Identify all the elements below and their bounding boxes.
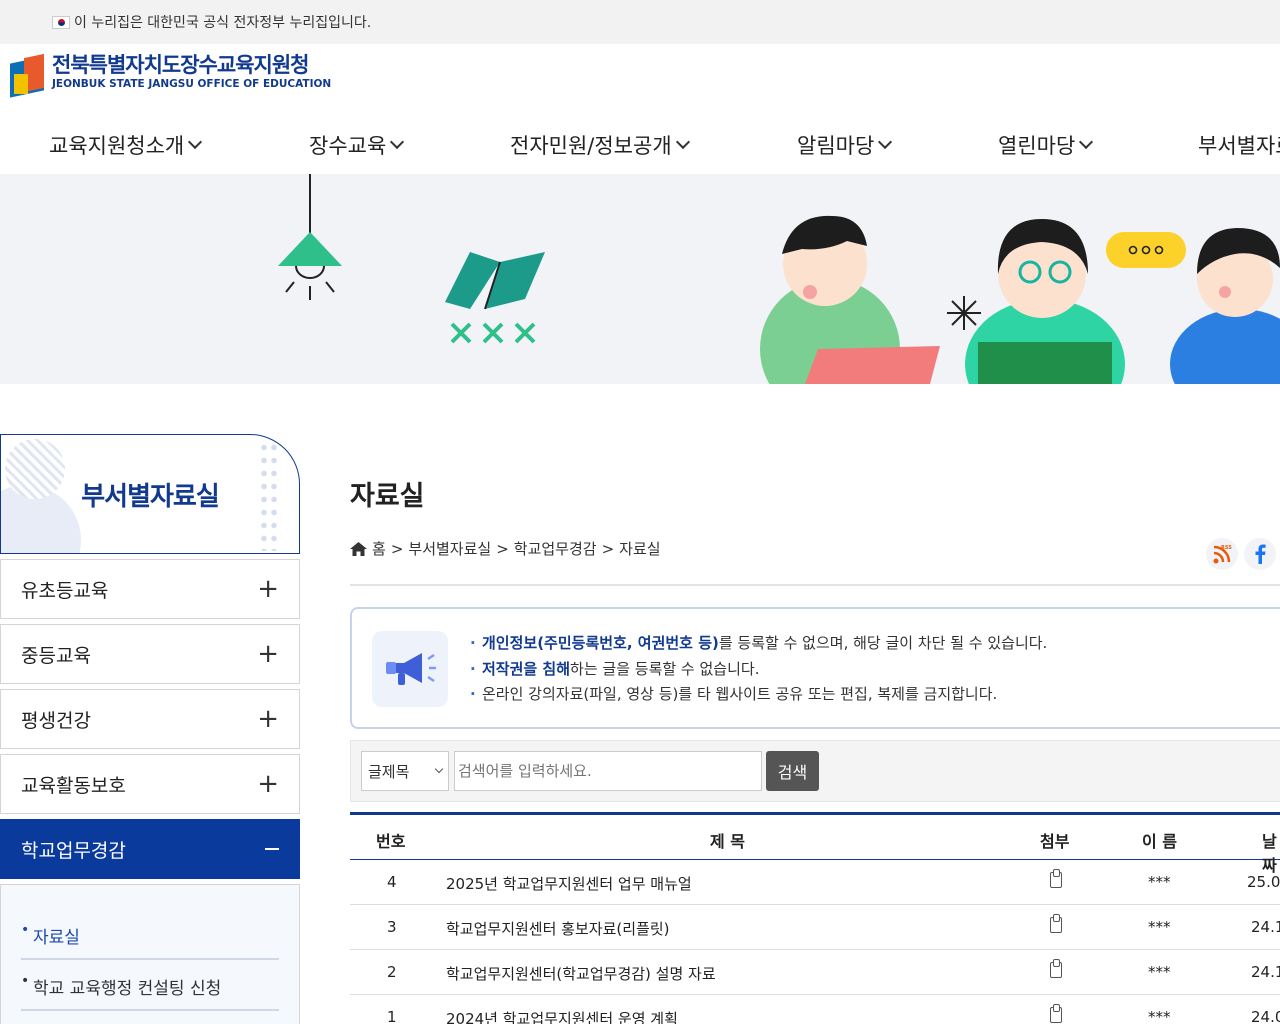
nav-item-civil-service[interactable]: 전자민원/정보공개	[510, 130, 690, 160]
col-header-name: 이 름	[1142, 832, 1178, 851]
page-title: 자료실	[350, 481, 425, 512]
side-nav-submenu: 자료실 학교 교육행정 컨설팅 신청	[0, 884, 300, 1024]
post-title[interactable]: 학교업무지원센터(학교업무경감) 설명 자료	[446, 963, 716, 984]
notice-line-lecture: 온라인 강의자료(파일, 영상 등)를 타 웹사이트 공유 또는 편집, 복제를…	[470, 682, 1047, 708]
plus-icon: +	[257, 574, 279, 604]
rss-button[interactable]: RSS	[1206, 538, 1238, 570]
main-nav: 교육지원청소개 장수교육 전자민원/정보공개 알림마당 열린마당 부서별자료실	[0, 120, 1280, 174]
facebook-share-button[interactable]	[1244, 538, 1276, 570]
gov-banner: 이 누리집은 대한민국 공식 전자정부 누리집입니다.	[0, 0, 1280, 44]
notice-line-copyright: 저작권을 침해하는 글을 등록할 수 없습니다.	[470, 657, 1047, 683]
chevron-down-icon	[878, 134, 893, 150]
home-icon[interactable]	[350, 541, 367, 556]
side-nav-item-secondary[interactable]: 중등교육 +	[0, 624, 300, 684]
logo-subtitle: JEONBUK STATE JANGSU OFFICE OF EDUCATION	[52, 78, 332, 90]
search-field-select[interactable]: 글제목	[361, 751, 449, 791]
table-row[interactable]: 4 2025년 학교업무지원센터 업무 매뉴얼 *** 25.01.23	[350, 860, 1280, 905]
logo-mark-icon	[8, 52, 46, 98]
chevron-down-icon	[1079, 134, 1094, 150]
hero-illustration	[278, 174, 1280, 384]
side-nav: 부서별자료실 유초등교육 + 중등교육 + 평생건강 + 교육활동보호 + 학교업무경감…	[0, 434, 300, 1024]
logo-title: 전북특별자치도장수교육지원청	[52, 53, 309, 77]
title-divider	[350, 584, 1280, 586]
col-header-title: 제 목	[710, 832, 746, 851]
share-buttons: RSS	[1206, 538, 1280, 570]
nav-item-notice[interactable]: 알림마당	[797, 130, 893, 160]
table-row[interactable]: 2 학교업무지원센터(학교업무경감) 설명 자료 *** 24.11.01	[350, 950, 1280, 995]
nav-item-open-forum[interactable]: 열린마당	[998, 130, 1094, 160]
attachment-icon[interactable]	[1050, 869, 1062, 888]
breadcrumb-dept-archive[interactable]: 부서별자료실	[408, 538, 491, 559]
plus-icon: +	[257, 704, 279, 734]
attachment-icon[interactable]	[1050, 959, 1062, 978]
side-nav-sub-archive[interactable]: 자료실	[21, 909, 279, 960]
chevron-down-icon	[188, 134, 203, 150]
breadcrumb-home[interactable]: 홈	[372, 538, 386, 559]
search-button[interactable]: 검색	[766, 751, 819, 791]
hero-banner	[0, 174, 1280, 384]
side-nav-item-elementary[interactable]: 유초등교육 +	[0, 559, 300, 619]
side-nav-sub-consulting[interactable]: 학교 교육행정 컨설팅 신청	[21, 960, 279, 1011]
side-nav-title: 부서별자료실	[0, 434, 300, 554]
breadcrumb: 홈 > 부서별자료실 > 학교업무경감 > 자료실	[350, 538, 661, 559]
rss-icon: RSS	[1213, 545, 1232, 564]
nav-item-dept-archive[interactable]: 부서별자료실	[1198, 130, 1280, 160]
breadcrumb-current: 자료실	[619, 540, 661, 558]
attachment-icon[interactable]	[1050, 1004, 1062, 1023]
post-title[interactable]: 학교업무지원센터 홍보자료(리플릿)	[446, 918, 669, 939]
table-row[interactable]: 3 학교업무지원센터 홍보자료(리플릿) *** 24.11.01	[350, 905, 1280, 950]
nav-item-jangsu-education[interactable]: 장수교육	[309, 130, 405, 160]
table-row[interactable]: 1 2024년 학교업무지원센터 운영 계획 *** 24.04.01	[350, 995, 1280, 1024]
notice-box: 개인정보(주민등록번호, 여권번호 등)를 등록할 수 없으며, 해당 글이 차…	[350, 607, 1280, 729]
facebook-icon	[1255, 544, 1266, 564]
chevron-down-icon	[390, 134, 405, 150]
korea-flag-icon	[52, 15, 70, 29]
nav-item-about[interactable]: 교육지원청소개	[49, 130, 203, 160]
gov-banner-text: 이 누리집은 대한민국 공식 전자정부 누리집입니다.	[74, 15, 372, 31]
side-nav-item-teaching-protection[interactable]: 교육활동보호 +	[0, 754, 300, 814]
chevron-down-icon	[434, 764, 444, 774]
chevron-down-icon	[675, 134, 690, 150]
table-header: 번호 제 목 첨부 이 름 날짜	[350, 812, 1280, 875]
notice-line-privacy: 개인정보(주민등록번호, 여권번호 등)를 등록할 수 없으며, 해당 글이 차…	[470, 631, 1047, 657]
plus-icon: +	[257, 639, 279, 669]
minus-icon	[265, 848, 279, 850]
side-nav-item-workload-reduction[interactable]: 학교업무경감	[0, 819, 300, 879]
search-input[interactable]	[454, 751, 762, 791]
col-header-no: 번호	[376, 832, 406, 851]
post-title[interactable]: 2025년 학교업무지원센터 업무 매뉴얼	[446, 873, 692, 894]
board-table: 번호 제 목 첨부 이 름 날짜 4 2025년 학교업무지원센터 업무 매뉴얼…	[350, 812, 1280, 1024]
post-title[interactable]: 2024년 학교업무지원센터 운영 계획	[446, 1008, 678, 1024]
attachment-icon[interactable]	[1050, 914, 1062, 933]
search-bar: 글제목 검색	[350, 740, 1280, 802]
col-header-attachment: 첨부	[1040, 832, 1070, 851]
megaphone-icon	[372, 631, 448, 707]
breadcrumb-workload[interactable]: 학교업무경감	[514, 538, 597, 559]
site-logo[interactable]: 전북특별자치도장수교육지원청 JEONBUK STATE JANGSU OFFI…	[8, 52, 332, 98]
plus-icon: +	[257, 769, 279, 799]
side-nav-item-lifelong-health[interactable]: 평생건강 +	[0, 689, 300, 749]
